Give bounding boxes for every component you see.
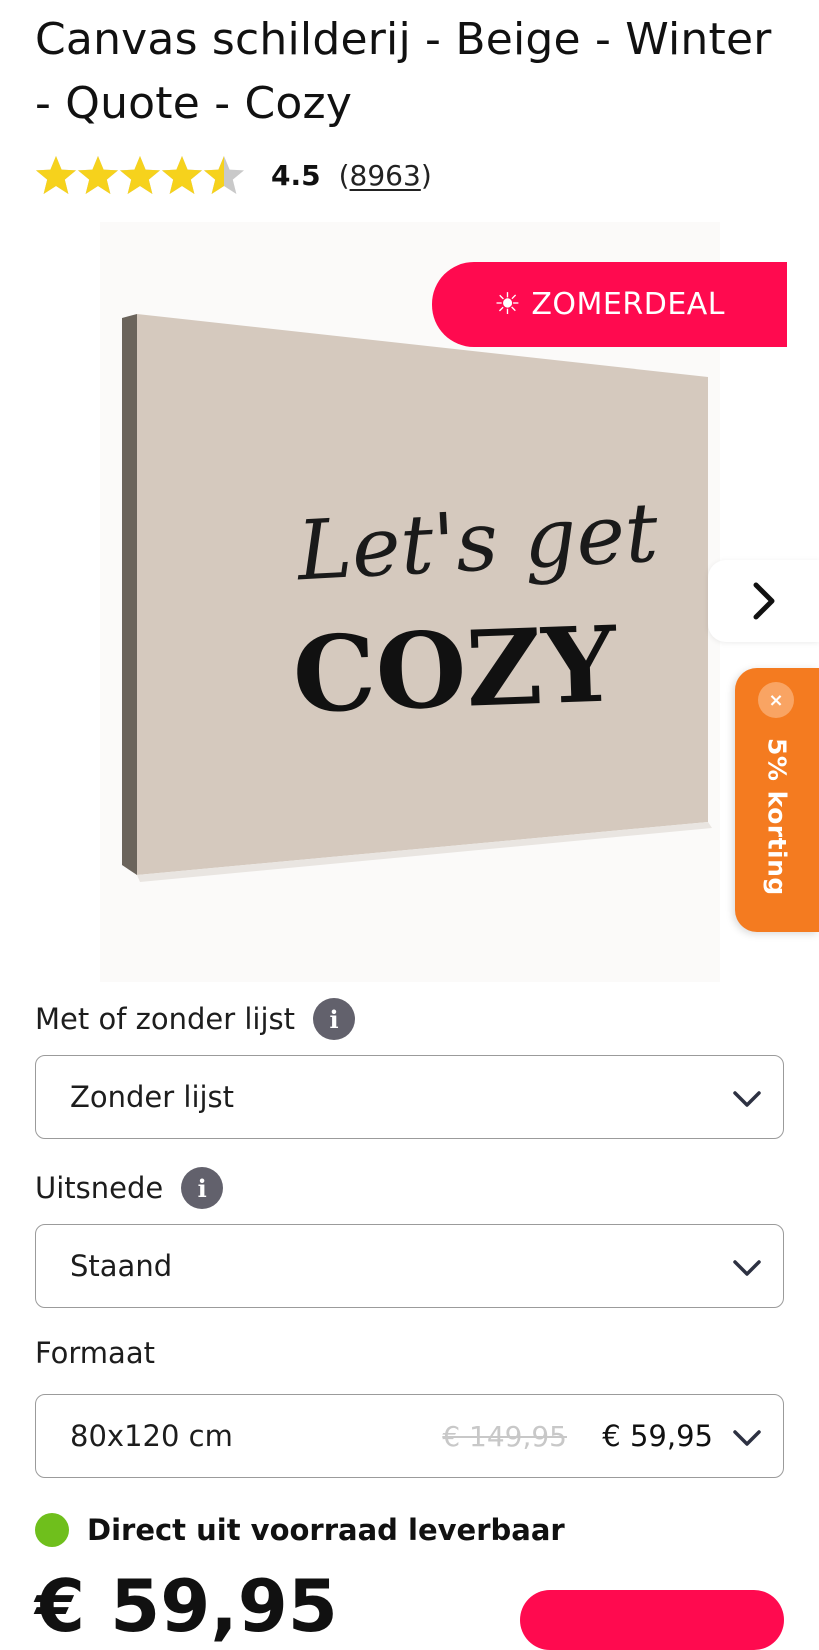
star-filled-icon bbox=[36, 156, 76, 194]
frame-select[interactable]: Zonder lijst bbox=[35, 1055, 784, 1139]
discount-tab[interactable]: × 5% korting bbox=[735, 668, 819, 932]
info-icon[interactable]: i bbox=[181, 1167, 224, 1209]
star-icons bbox=[36, 156, 244, 194]
stock-status: Direct uit voorraad leverbaar bbox=[35, 1513, 565, 1547]
size-label-text: Formaat bbox=[35, 1336, 155, 1370]
chevron-down-icon bbox=[733, 1260, 761, 1276]
frame-option-label: Met of zonder lijst i bbox=[35, 998, 356, 1040]
chevron-right-icon bbox=[753, 582, 774, 620]
review-count[interactable]: 8963 bbox=[350, 159, 421, 192]
sun-icon: ☀ bbox=[493, 287, 522, 322]
crop-option-label: Uitsnede i bbox=[35, 1167, 224, 1209]
frame-select-value: Zonder lijst bbox=[70, 1080, 235, 1114]
discount-label[interactable]: 5% korting bbox=[757, 738, 797, 918]
star-rating bbox=[35, 152, 247, 198]
size-select[interactable]: 80x120 cm € 149,95 € 59,95 bbox=[35, 1394, 784, 1478]
gallery-next-button[interactable] bbox=[708, 560, 819, 642]
star-filled-icon bbox=[120, 156, 160, 194]
deal-badge-label: ZOMERDEAL bbox=[531, 287, 726, 322]
rating-summary: 4.5 (8963) bbox=[35, 150, 432, 200]
old-price: € 149,95 bbox=[442, 1419, 567, 1453]
frame-label-text: Met of zonder lijst bbox=[35, 1002, 296, 1036]
chevron-down-icon bbox=[733, 1430, 761, 1446]
add-to-cart-button[interactable] bbox=[520, 1590, 784, 1650]
star-filled-icon bbox=[78, 156, 118, 194]
chevron-down-icon bbox=[733, 1091, 761, 1107]
new-price: € 59,95 bbox=[602, 1419, 713, 1453]
stock-label: Direct uit voorraad leverbaar bbox=[87, 1513, 565, 1547]
crop-select[interactable]: Staand bbox=[35, 1224, 784, 1308]
rating-value: 4.5 bbox=[271, 158, 321, 192]
star-filled-icon bbox=[162, 156, 202, 194]
product-price: € 59,95 bbox=[35, 1564, 338, 1648]
product-title: Canvas schilderij - Beige - Winter - Quo… bbox=[35, 14, 772, 129]
crop-label-text: Uitsnede bbox=[35, 1171, 164, 1205]
crop-select-value: Staand bbox=[70, 1249, 173, 1283]
zomerdeal-badge: ☀ ZOMERDEAL bbox=[432, 262, 787, 347]
in-stock-dot-icon bbox=[35, 1513, 69, 1547]
info-icon[interactable]: i bbox=[313, 998, 356, 1040]
review-count-link[interactable]: (8963) bbox=[339, 159, 432, 192]
size-select-value: 80x120 cm bbox=[70, 1419, 233, 1453]
size-option-label: Formaat bbox=[35, 1336, 155, 1370]
close-icon[interactable]: × bbox=[758, 682, 794, 718]
